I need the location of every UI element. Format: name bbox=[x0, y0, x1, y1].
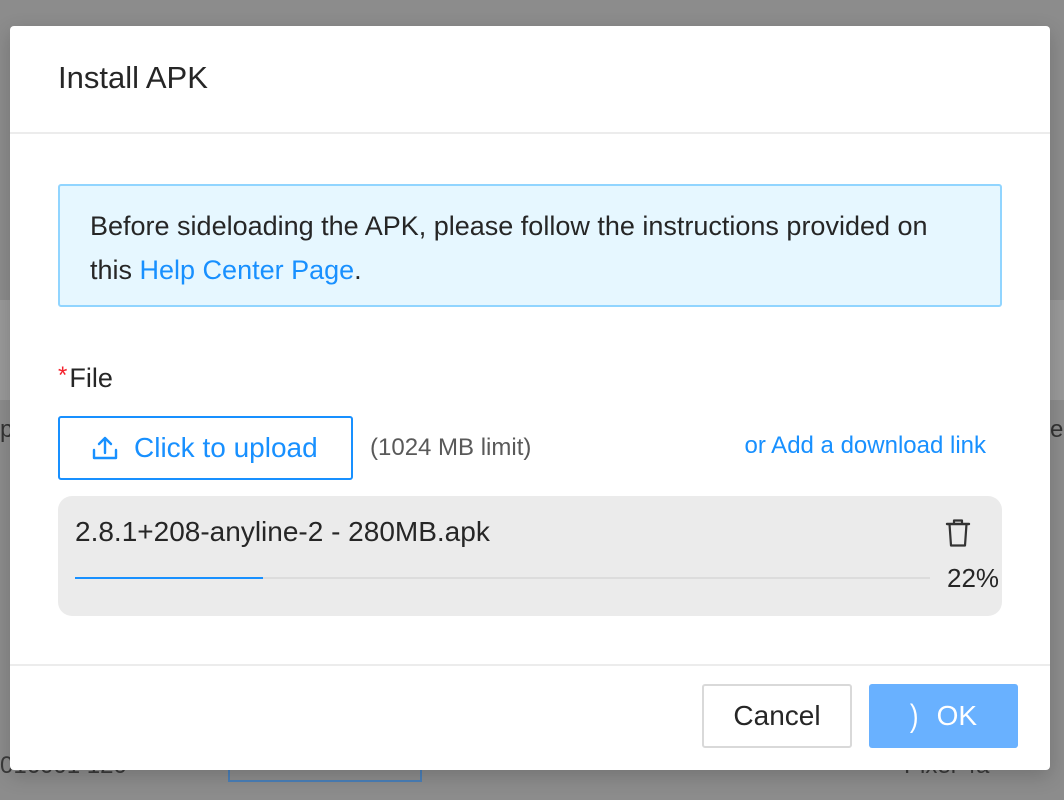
file-name: 2.8.1+208-anyline-2 - 280MB.apk bbox=[75, 516, 490, 547]
ok-button[interactable]: ) OK bbox=[869, 684, 1018, 748]
click-to-upload-button[interactable]: Click to upload bbox=[58, 416, 353, 480]
install-apk-dialog: Install APK Before sideloading the APK, … bbox=[10, 26, 1050, 770]
file-field-label: *File bbox=[58, 362, 113, 394]
upload-progress-percent: 22% bbox=[947, 563, 1000, 593]
file-label-text: File bbox=[69, 363, 113, 393]
file-size-limit: (1024 MB limit) bbox=[370, 434, 532, 461]
upload-progress-bar bbox=[75, 577, 930, 579]
cancel-button-label: Cancel bbox=[733, 700, 821, 731]
dialog-header: Install APK bbox=[10, 26, 1050, 134]
dialog-title: Install APK bbox=[58, 60, 208, 95]
required-mark: * bbox=[58, 362, 68, 389]
cancel-button[interactable]: Cancel bbox=[702, 684, 852, 748]
alert-text-end: . bbox=[354, 255, 362, 285]
upload-progress-fill bbox=[75, 577, 264, 579]
add-download-link[interactable]: or Add a download link bbox=[745, 432, 987, 460]
background-left-edge-text: p bbox=[0, 416, 10, 443]
ok-button-label: OK bbox=[936, 700, 978, 731]
upload-icon bbox=[92, 435, 118, 461]
trash-icon[interactable] bbox=[944, 518, 972, 548]
uploaded-file-item: 2.8.1+208-anyline-2 - 280MB.apk 22% bbox=[58, 496, 1002, 616]
upload-button-label: Click to upload bbox=[134, 432, 318, 463]
info-alert: Before sideloading the APK, please follo… bbox=[58, 184, 1002, 307]
loading-spinner-icon: ) bbox=[909, 697, 919, 734]
background-right-edge-text: er bbox=[1050, 416, 1064, 443]
help-center-link[interactable]: Help Center Page bbox=[140, 255, 355, 285]
